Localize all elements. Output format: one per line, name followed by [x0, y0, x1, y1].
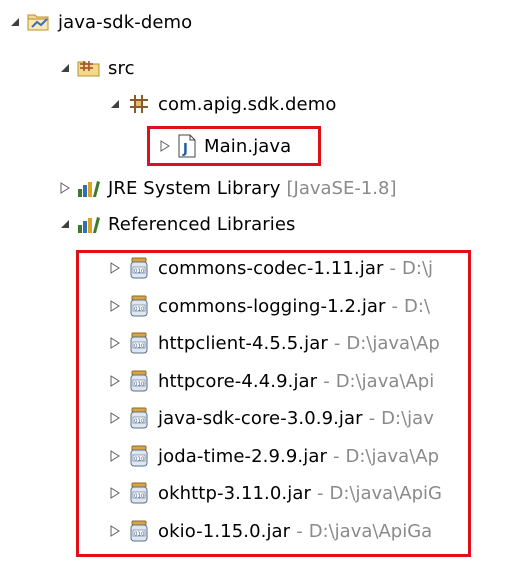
collapsed-arrow-icon[interactable] — [104, 252, 126, 284]
svg-text:010: 010 — [134, 457, 145, 463]
jar-path: D:\java\Ap — [345, 445, 439, 467]
svg-text:010: 010 — [134, 382, 145, 388]
path-separator: - — [323, 370, 330, 392]
jar-name: httpclient-4.5.5.jar — [158, 332, 328, 354]
jar-icon: 010 — [126, 518, 152, 544]
svg-text:010: 010 — [134, 307, 145, 313]
jar-icon: 010 — [126, 330, 152, 356]
collapsed-arrow-icon[interactable] — [104, 477, 126, 509]
path-separator: - — [332, 445, 340, 467]
jar-item[interactable]: 010 httpcore-4.4.9.jar - D:\java\Api — [104, 365, 434, 397]
collapsed-arrow-icon[interactable] — [104, 515, 126, 547]
jar-icon: 010 — [126, 443, 152, 469]
path-separator: - — [296, 520, 303, 542]
jar-path: D:\java\ApiGa — [308, 520, 433, 542]
jar-path: D:\j — [402, 257, 434, 279]
jar-item[interactable]: 010 okhttp-3.11.0.jar - D:\java\ApiG — [104, 477, 442, 509]
package-explorer-tree: java-sdk-demo src com.apig.sdk.demo J Ma… — [0, 0, 512, 563]
jar-name: joda-time-2.9.9.jar — [158, 445, 327, 467]
jar-icon: 010 — [126, 480, 152, 506]
path-separator: - — [333, 332, 341, 354]
jar-path: D:\java\Api — [335, 370, 435, 392]
jar-icon: 010 — [126, 405, 152, 431]
jar-path: D:\jav — [381, 407, 434, 429]
jar-name: okhttp-3.11.0.jar — [158, 482, 311, 504]
path-separator: - — [317, 482, 324, 504]
jar-item[interactable]: 010 joda-time-2.9.9.jar - D:\java\Ap — [104, 440, 439, 472]
jar-path: D:\java\Ap — [346, 332, 440, 354]
jar-item[interactable]: 010 httpclient-4.5.5.jar - D:\java\Ap — [104, 327, 440, 359]
jar-name: commons-logging-1.2.jar — [158, 295, 386, 317]
jar-icon: 010 — [126, 255, 152, 281]
jar-icon: 010 — [126, 368, 152, 394]
svg-text:010: 010 — [134, 344, 145, 350]
jar-path: D:\java\ApiG — [329, 482, 442, 504]
collapsed-arrow-icon[interactable] — [104, 402, 126, 434]
jar-icon: 010 — [126, 293, 152, 319]
collapsed-arrow-icon[interactable] — [104, 440, 126, 472]
jar-name: httpcore-4.4.9.jar — [158, 370, 318, 392]
jar-item[interactable]: 010 okio-1.15.0.jar - D:\java\ApiGa — [104, 515, 432, 547]
jar-list: 010 commons-codec-1.11.jar - D:\j 010 commons… — [0, 0, 512, 563]
path-separator: - — [391, 295, 399, 317]
path-separator: - — [368, 407, 376, 429]
jar-path: D:\ — [404, 295, 431, 317]
path-separator: - — [389, 257, 397, 279]
jar-name: java-sdk-core-3.0.9.jar — [158, 407, 363, 429]
collapsed-arrow-icon[interactable] — [104, 365, 126, 397]
jar-item[interactable]: 010 java-sdk-core-3.0.9.jar - D:\jav — [104, 402, 434, 434]
collapsed-arrow-icon[interactable] — [104, 327, 126, 359]
jar-item[interactable]: 010 commons-logging-1.2.jar - D:\ — [104, 290, 430, 322]
collapsed-arrow-icon[interactable] — [104, 290, 126, 322]
svg-text:010: 010 — [134, 419, 145, 425]
jar-name: commons-codec-1.11.jar — [158, 257, 384, 279]
jar-item[interactable]: 010 commons-codec-1.11.jar - D:\j — [104, 252, 433, 284]
svg-text:010: 010 — [134, 269, 145, 275]
jar-name: okio-1.15.0.jar — [158, 520, 291, 542]
svg-text:010: 010 — [134, 494, 145, 500]
svg-text:010: 010 — [134, 532, 145, 538]
